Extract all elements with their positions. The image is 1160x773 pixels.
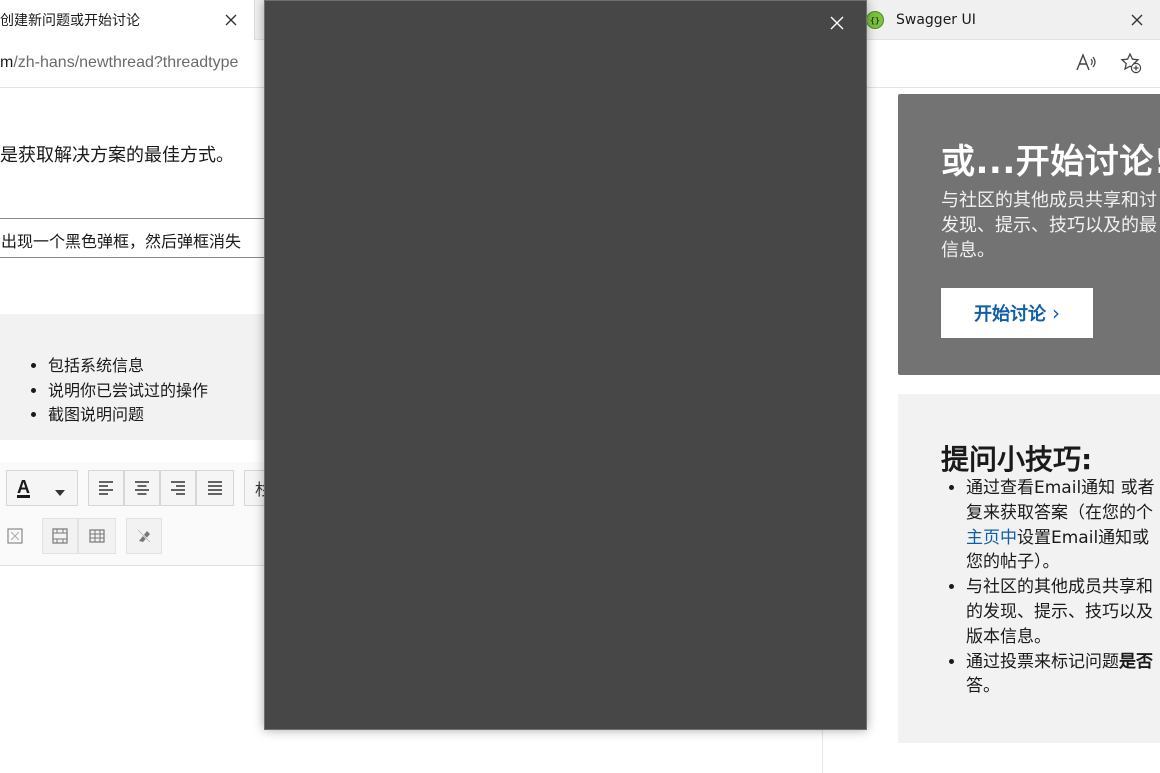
list-item: 通过查看Email通知 或者 复来获取答案（在您的个 主页中设置Email通知或… — [966, 476, 1160, 575]
close-icon — [830, 16, 844, 30]
tip-line: 主页中设置Email通知或 — [966, 526, 1160, 551]
tab-close-button[interactable] — [216, 5, 246, 35]
font-color-button[interactable]: A — [6, 470, 78, 506]
table-icon — [89, 529, 105, 543]
tip-line: 通过投票来标记问题是否 — [966, 650, 1160, 675]
intro-text: 是获取解决方案的最佳方式。 — [0, 145, 234, 166]
read-aloud-icon[interactable] — [1075, 52, 1097, 74]
dialog-close-button[interactable] — [825, 11, 849, 35]
film-icon — [52, 528, 68, 544]
align-left-icon — [99, 481, 113, 495]
editor-toolbar: A 杉 — [0, 462, 294, 566]
url-host: m — [0, 54, 14, 71]
align-justify-button[interactable] — [196, 470, 234, 506]
start-discussion-label: 开始讨论 — [974, 304, 1046, 325]
tip-line: 复来获取答案（在您的个 — [966, 502, 1153, 523]
insert-table-button[interactable] — [78, 518, 116, 554]
profile-page-link[interactable]: 主页中 — [966, 528, 1017, 548]
url-path: /zh-hans/newthread?threadtype — [13, 54, 239, 71]
tip-line: 您的帖子）。 — [966, 552, 1060, 573]
start-discussion-button[interactable]: 开始讨论 › — [941, 288, 1093, 338]
chevron-right-icon: › — [1052, 301, 1060, 325]
tab-title: 创建新问题或开始讨论 — [0, 13, 140, 29]
insert-media-button[interactable] — [42, 518, 78, 554]
tab-new-thread[interactable]: 创建新问题或开始讨论 — [0, 0, 255, 40]
tip-text: 设置Email通知或 — [1017, 527, 1150, 548]
posting-tips-list: 包括系统信息 说明你已尝试过的操作 截图说明问题 — [48, 354, 208, 428]
discussion-line: 信息。 — [941, 240, 995, 261]
tips-title: 提问小技巧: — [941, 443, 1093, 476]
tab-close-button[interactable] — [1122, 5, 1152, 35]
align-center-icon — [135, 481, 149, 495]
discussion-line: 与社区的其他成员共享和讨 — [941, 190, 1157, 211]
start-discussion-card: 或...开始讨论! 与社区的其他成员共享和讨 发现、提示、技巧以及的最 信息。 … — [898, 94, 1160, 375]
eraser-icon — [137, 529, 151, 543]
tips-list: 通过查看Email通知 或者 复来获取答案（在您的个 主页中设置Email通知或… — [966, 476, 1160, 699]
list-item: 与社区的其他成员共享和 的发现、提示、技巧以及 版本信息。 — [966, 575, 1160, 649]
clear-formatting-button[interactable] — [126, 518, 162, 554]
tip-line: 答。 — [966, 676, 1000, 697]
dark-overlay-dialog — [264, 0, 867, 730]
align-justify-icon — [208, 481, 222, 495]
add-favorite-icon[interactable] — [1120, 52, 1142, 74]
tip-bold-text: 是否 — [1119, 651, 1153, 672]
discussion-line: 发现、提示、技巧以及的最 — [941, 215, 1157, 236]
list-item: 包括系统信息 — [48, 354, 208, 379]
tab-title: Swagger UI — [896, 12, 976, 28]
list-item: 通过投票来标记问题是否 答。 — [966, 650, 1160, 700]
align-right-icon — [171, 481, 185, 495]
list-item: 截图说明问题 — [48, 403, 208, 428]
tip-line: 通过查看Email通知 或者 — [966, 478, 1155, 498]
chevron-down-icon — [55, 490, 65, 496]
align-right-button[interactable] — [160, 470, 196, 506]
swagger-favicon-icon: {} — [866, 11, 884, 29]
emoticon-icon — [7, 528, 23, 544]
tip-line: 与社区的其他成员共享和 — [966, 577, 1153, 598]
align-left-button[interactable] — [88, 470, 124, 506]
question-title-input[interactable]: 出现一个黑色弹框，然后弹框消失 — [0, 218, 288, 258]
list-item: 说明你已尝试过的操作 — [48, 379, 208, 404]
tip-text: 通过投票来标记问题 — [966, 651, 1119, 672]
insert-emoticon-button[interactable] — [0, 518, 30, 554]
posting-tips-panel: 包括系统信息 说明你已尝试过的操作 截图说明问题 — [0, 314, 290, 440]
font-color-icon: A — [17, 477, 30, 497]
tab-swagger-ui[interactable]: {} Swagger UI — [862, 0, 1160, 40]
close-icon — [225, 14, 237, 26]
align-center-button[interactable] — [124, 470, 160, 506]
url-text[interactable]: m/zh-hans/newthread?threadtype — [0, 54, 238, 72]
close-icon — [1131, 14, 1143, 26]
discussion-description: 与社区的其他成员共享和讨 发现、提示、技巧以及的最 信息。 — [941, 188, 1160, 263]
tip-line: 的发现、提示、技巧以及 — [966, 601, 1153, 622]
discussion-title: 或...开始讨论! — [941, 142, 1160, 182]
question-tips-card: 提问小技巧: 通过查看Email通知 或者 复来获取答案（在您的个 主页中设置E… — [898, 394, 1160, 743]
tip-line: 版本信息。 — [966, 626, 1051, 647]
